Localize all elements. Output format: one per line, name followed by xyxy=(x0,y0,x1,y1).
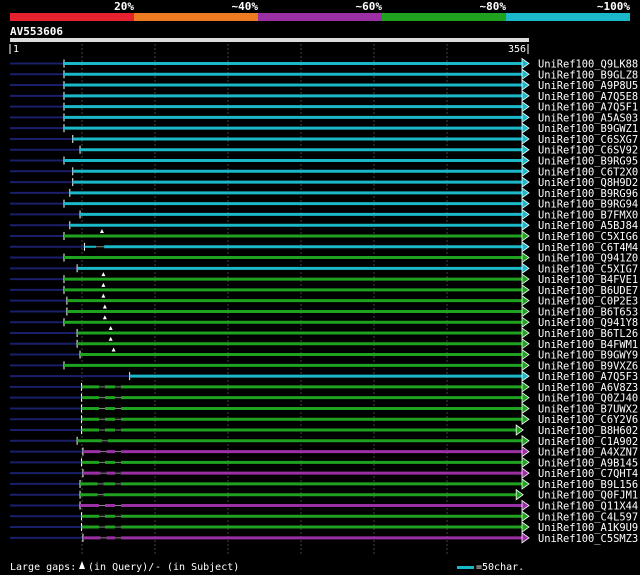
legend-label-40: ~40% xyxy=(232,0,259,13)
legend-label-60: ~60% xyxy=(356,0,383,13)
legend-label-100: ~100% xyxy=(597,0,630,13)
query-end-label: 356 xyxy=(508,44,526,55)
alignment-overview: 20% ~40% ~60% ~80% ~100% AV553606 1 356 … xyxy=(0,0,640,575)
legend-swatch-40 xyxy=(134,13,258,21)
query-line xyxy=(10,38,529,42)
legend-label-80: ~80% xyxy=(480,0,507,13)
scale-label: =50char. xyxy=(476,562,524,573)
gaps-subject-label: (in Subject) xyxy=(161,562,239,573)
legend-label-20: 20% xyxy=(114,0,134,13)
hit-label[interactable]: UniRef100_C5SMZ3 xyxy=(538,533,638,545)
query-id: AV553606 xyxy=(10,25,63,38)
legend-swatch-80 xyxy=(382,13,506,21)
legend-swatch-20 xyxy=(10,13,134,21)
query-start-label: 1 xyxy=(13,44,19,55)
gaps-prefix: Large gaps: xyxy=(10,562,82,573)
legend-swatch-60 xyxy=(258,13,382,21)
scale-bar xyxy=(457,566,474,569)
legend-swatch-100 xyxy=(506,13,630,21)
gaps-query-label: (in Query)/ xyxy=(88,562,154,573)
